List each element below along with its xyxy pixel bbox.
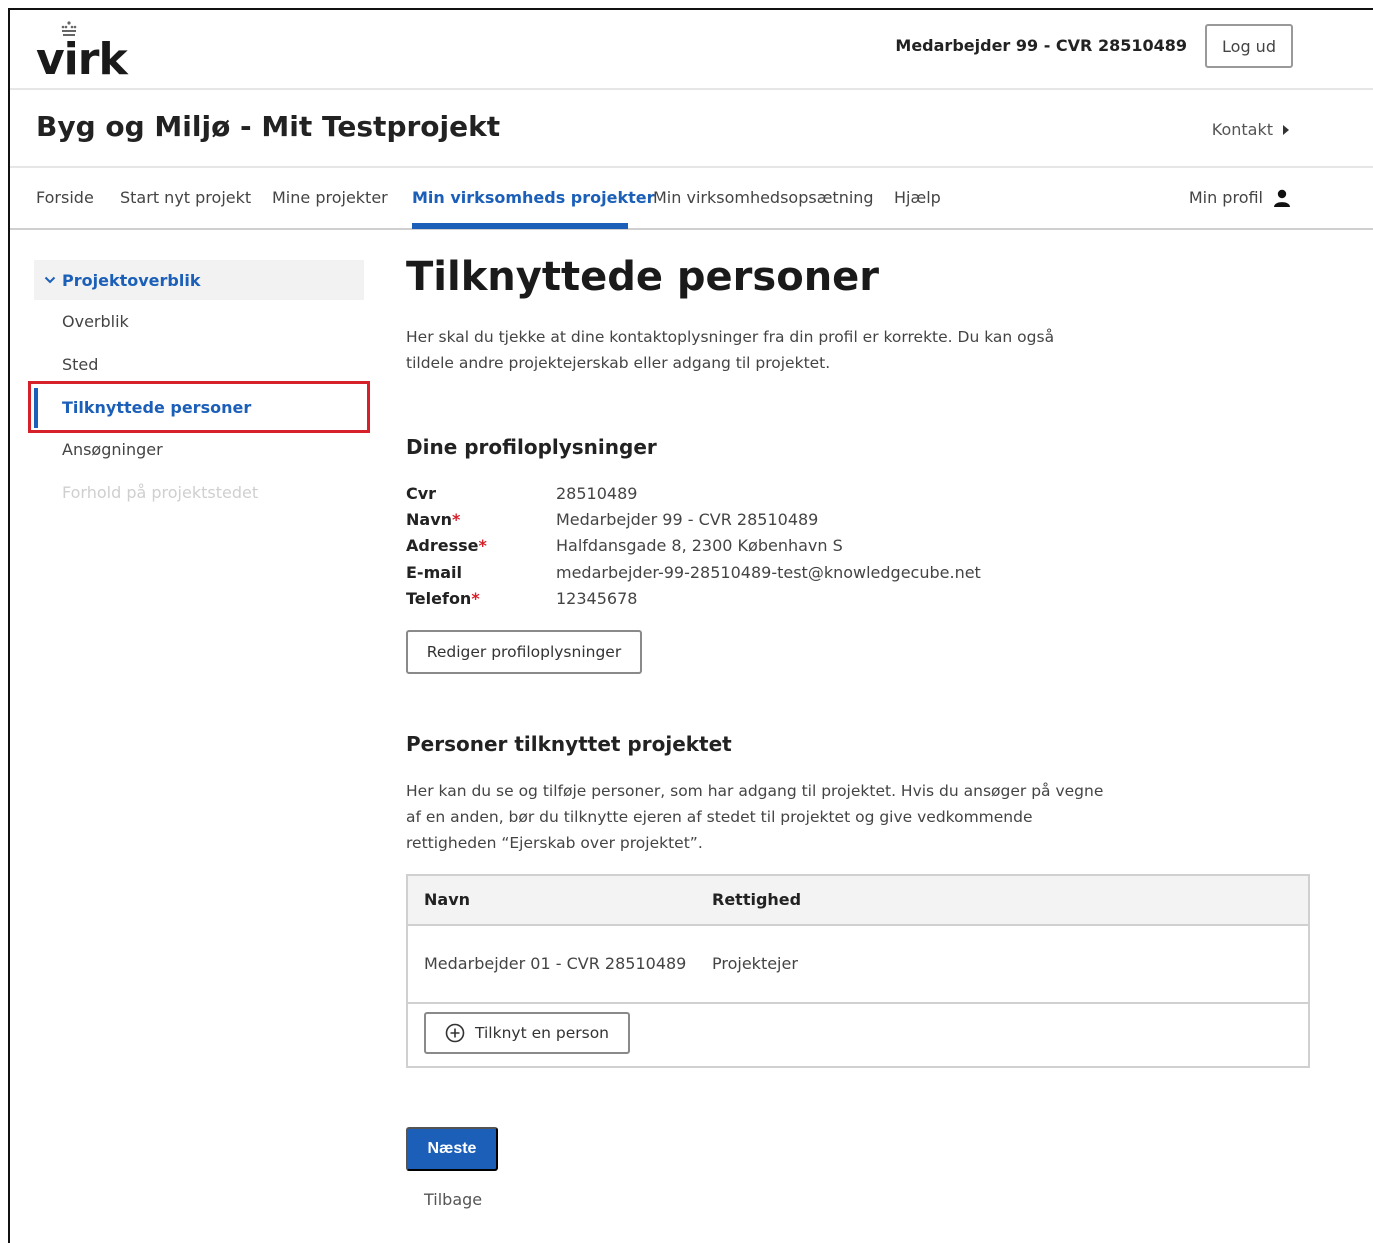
- persons-heading: Personer tilknyttet projektet: [406, 732, 732, 756]
- email-value: medarbejder-99-28510489-test@knowledgecu…: [556, 563, 981, 582]
- nav-hjaelp[interactable]: Hjælp: [894, 188, 941, 207]
- required-marker: *: [471, 589, 480, 608]
- main-nav: Forside Start nyt projekt Mine projekter…: [10, 170, 1373, 230]
- persons-description: Her kan du se og tilføje personer, som h…: [406, 782, 1104, 852]
- cell-right: Projektejer: [712, 954, 798, 973]
- user-info: Medarbejder 99 - CVR 28510489: [895, 36, 1187, 55]
- page-title: Tilknyttede personer: [406, 254, 880, 300]
- sidebar-item-ansoegninger[interactable]: Ansøgninger: [62, 440, 163, 459]
- next-button[interactable]: Næste: [406, 1127, 498, 1171]
- active-tab-indicator: [412, 223, 628, 229]
- logout-button[interactable]: Log ud: [1205, 24, 1293, 68]
- nav-start-nyt-projekt[interactable]: Start nyt projekt: [120, 188, 251, 207]
- nav-min-virksomheds-projekter[interactable]: Min virksomheds projekter: [412, 188, 655, 207]
- user-icon: [1274, 189, 1290, 207]
- highlight-annotation: [28, 381, 370, 433]
- sidebar-item-sted[interactable]: Sted: [62, 355, 98, 374]
- table-header: Navn Rettighed: [408, 876, 1308, 926]
- sidebar-section-label: Projektoverblik: [62, 270, 201, 290]
- name-label: Navn*: [406, 510, 461, 529]
- profile-link[interactable]: Min profil: [1189, 188, 1291, 207]
- header: virk Medarbejder 99 - CVR 28510489 Log u…: [10, 10, 1373, 90]
- address-value: Halfdansgade 8, 2300 København S: [556, 536, 843, 555]
- persons-table: Navn Rettighed Medarbejder 01 - CVR 2851…: [406, 874, 1310, 1068]
- column-header-right: Rettighed: [712, 890, 802, 909]
- add-person-button[interactable]: Tilknyt en person: [424, 1012, 630, 1054]
- required-marker: *: [478, 536, 487, 555]
- virk-logo[interactable]: virk: [36, 18, 136, 86]
- chevron-down-icon: [44, 276, 56, 284]
- profile-heading: Dine profiloplysninger: [406, 435, 657, 459]
- nav-mine-projekter[interactable]: Mine projekter: [272, 188, 388, 207]
- profile-label: Min profil: [1188, 188, 1263, 207]
- cvr-value: 28510489: [556, 484, 638, 503]
- title-bar: Byg og Miljø - Mit Testprojekt Kontakt: [10, 92, 1373, 168]
- page-frame: virk Medarbejder 99 - CVR 28510489 Log u…: [8, 8, 1373, 1243]
- cvr-label: Cvr: [406, 484, 437, 503]
- plus-circle-icon: [445, 1023, 465, 1043]
- intro-text: Her skal du tjekke at dine kontaktoplysn…: [406, 328, 1055, 372]
- sidebar-item-forhold-paa-projektstedet: Forhold på projektstedet: [62, 483, 259, 502]
- add-person-label: Tilknyt en person: [475, 1024, 609, 1042]
- back-link[interactable]: Tilbage: [424, 1190, 482, 1209]
- table-row: Medarbejder 01 - CVR 28510489 Projekteje…: [408, 928, 1308, 1004]
- phone-label: Telefon*: [406, 589, 480, 608]
- nav-min-virksomhedsopsaetning[interactable]: Min virksomhedsopsætning: [653, 188, 874, 207]
- edit-profile-button[interactable]: Rediger profiloplysninger: [406, 630, 642, 674]
- logo-text: virk: [36, 34, 128, 85]
- address-label: Adresse*: [406, 536, 487, 555]
- nav-forside[interactable]: Forside: [36, 188, 94, 207]
- contact-label: Kontakt: [1211, 120, 1273, 139]
- phone-value: 12345678: [556, 589, 638, 608]
- cell-name: Medarbejder 01 - CVR 28510489: [424, 954, 687, 973]
- contact-link[interactable]: Kontakt: [1212, 120, 1289, 139]
- email-label: E-mail: [406, 563, 463, 582]
- sidebar-item-overblik[interactable]: Overblik: [62, 312, 129, 331]
- column-header-name: Navn: [424, 890, 471, 909]
- name-value: Medarbejder 99 - CVR 28510489: [556, 510, 819, 529]
- caret-right-icon: [1283, 124, 1289, 135]
- required-marker: *: [452, 510, 461, 529]
- app-title: Byg og Miljø - Mit Testprojekt: [36, 110, 501, 143]
- sidebar-section-projektoverblik[interactable]: Projektoverblik: [34, 260, 364, 300]
